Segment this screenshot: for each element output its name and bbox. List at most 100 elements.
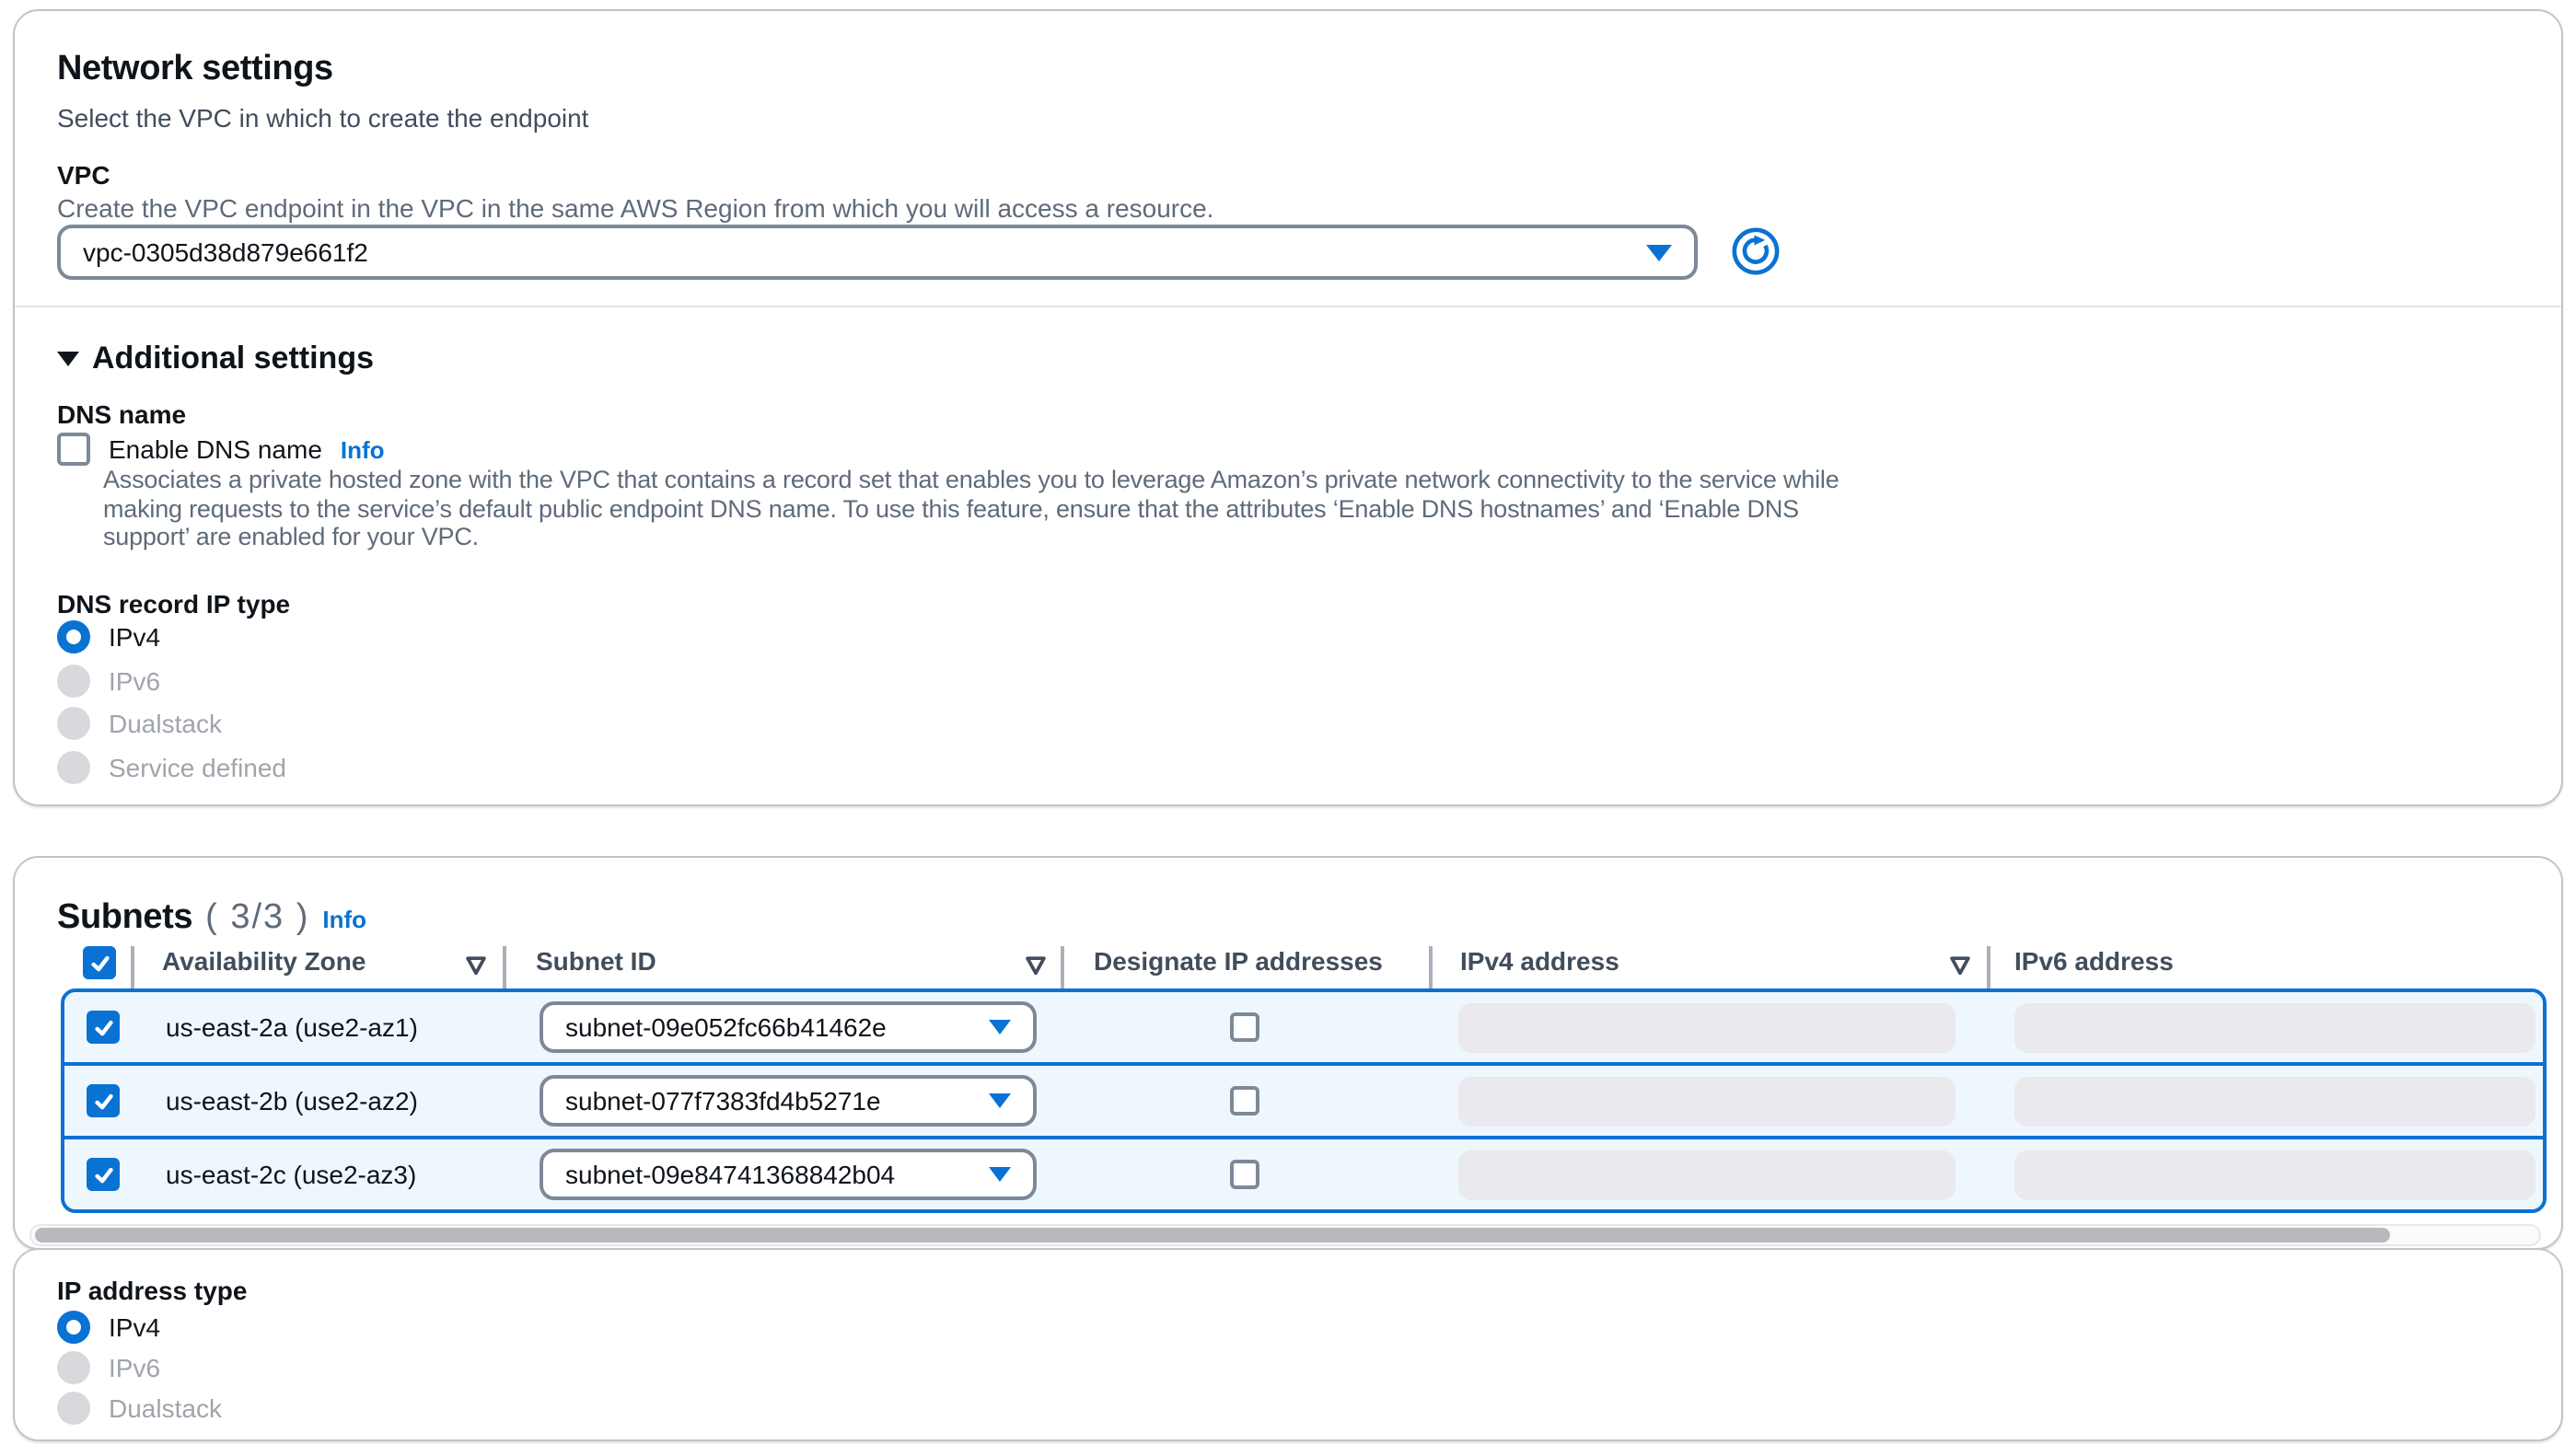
refresh-button[interactable]: [1731, 226, 1781, 276]
enable-dns-name-label: Enable DNS name: [109, 434, 322, 464]
ipv6-address-field-disabled: [2014, 1077, 2535, 1127]
subnets-info-link[interactable]: Info: [322, 906, 366, 933]
check-icon: [91, 1089, 115, 1113]
radio-option-dualstack: Dualstack: [57, 1392, 222, 1425]
enable-dns-name-checkbox[interactable]: [57, 433, 90, 466]
radio-ipv4-label: IPv4: [109, 622, 160, 652]
column-divider: [503, 946, 506, 988]
radio-ipv4[interactable]: [57, 1311, 90, 1344]
radio-ipv6: [57, 1351, 90, 1384]
column-header-ipv6-address: IPv6 address: [2014, 946, 2174, 976]
chevron-down-icon: [989, 1020, 1011, 1035]
table-row[interactable]: us-east-2c (use2-az3) subnet-09e84741368…: [64, 1136, 2543, 1209]
dns-record-ip-type-label: DNS record IP type: [57, 589, 290, 618]
subnets-title-row: Subnets ( 3/3 ) Info: [57, 898, 366, 939]
chevron-down-icon: [989, 1093, 1011, 1108]
dns-record-ip-type-group: IPv4 IPv6 Dualstack Service defined: [57, 620, 286, 783]
column-divider: [1061, 946, 1064, 988]
designate-ip-checkbox[interactable]: [1230, 1012, 1259, 1042]
radio-option-ipv4: IPv4: [57, 1311, 222, 1344]
caret-down-icon: [57, 352, 79, 366]
subnets-count: ( 3/3 ): [205, 898, 309, 939]
subnet-id-select[interactable]: subnet-09e052fc66b41462e: [540, 1001, 1037, 1053]
network-settings-card: Network settings Select the VPC in which…: [13, 9, 2563, 806]
additional-settings-toggle[interactable]: Additional settings: [57, 341, 374, 377]
ipv4-address-field-disabled: [1458, 1003, 1955, 1053]
column-header-availability-zone: Availability Zone: [162, 946, 366, 976]
vpc-select[interactable]: vpc-0305d38d879e661f2: [57, 225, 1698, 280]
radio-ipv6-label: IPv6: [109, 665, 160, 695]
row-checkbox[interactable]: [87, 1084, 120, 1117]
radio-service-defined: [57, 750, 90, 783]
subnets-card: Subnets ( 3/3 ) Info Availability Zone S…: [13, 856, 2563, 1250]
radio-service-defined-label: Service defined: [109, 752, 286, 781]
radio-option-ipv4: IPv4: [57, 620, 286, 653]
radio-dualstack-label: Dualstack: [109, 1393, 222, 1423]
radio-option-ipv6: IPv6: [57, 664, 286, 697]
radio-dualstack: [57, 707, 90, 740]
vpc-select-value: vpc-0305d38d879e661f2: [83, 237, 368, 267]
dns-name-label: DNS name: [57, 399, 186, 429]
subnet-id-value: subnet-09e84741368842b04: [565, 1160, 895, 1189]
enable-dns-name-row: Enable DNS name Info: [57, 433, 385, 466]
vpc-label: VPC: [57, 160, 110, 190]
column-divider: [1429, 946, 1433, 988]
row-checkbox[interactable]: [87, 1011, 120, 1044]
subnets-title: Subnets: [57, 898, 192, 939]
radio-dualstack: [57, 1392, 90, 1425]
ipv6-address-field-disabled: [2014, 1150, 2535, 1200]
ipv6-address-field-disabled: [2014, 1003, 2535, 1053]
radio-ipv4-label: IPv4: [109, 1312, 160, 1342]
radio-ipv6: [57, 664, 90, 697]
check-icon: [91, 1015, 115, 1039]
ipv4-address-field-disabled: [1458, 1150, 1955, 1200]
availability-zone-cell: us-east-2b (use2-az2): [166, 1086, 418, 1116]
check-icon: [91, 1162, 115, 1186]
ipv4-address-field-disabled: [1458, 1077, 1955, 1127]
subnet-rows-block: us-east-2a (use2-az1) subnet-09e052fc66b…: [61, 988, 2547, 1213]
horizontal-scrollbar[interactable]: [29, 1224, 2541, 1246]
subnet-id-select[interactable]: subnet-077f7383fd4b5271e: [540, 1075, 1037, 1127]
table-header-row: Availability Zone Subnet ID Designate IP…: [15, 946, 2561, 990]
chevron-down-icon: [1646, 244, 1672, 260]
chevron-down-icon: [989, 1167, 1011, 1182]
subnet-id-value: subnet-09e052fc66b41462e: [565, 1012, 887, 1042]
designate-ip-checkbox[interactable]: [1230, 1160, 1259, 1189]
column-header-designate-ip: Designate IP addresses: [1094, 946, 1383, 976]
ip-address-type-group: IPv4 IPv6 Dualstack: [57, 1311, 222, 1425]
scrollbar-thumb[interactable]: [35, 1228, 2390, 1243]
additional-settings-header: Additional settings: [92, 341, 374, 377]
table-row[interactable]: us-east-2a (use2-az1) subnet-09e052fc66b…: [64, 992, 2543, 1062]
radio-ipv4[interactable]: [57, 620, 90, 653]
designate-ip-checkbox[interactable]: [1230, 1086, 1259, 1116]
column-divider: [1987, 946, 1990, 988]
dns-name-info-link[interactable]: Info: [341, 435, 385, 463]
check-icon: [87, 951, 111, 975]
radio-option-dualstack: Dualstack: [57, 707, 286, 740]
filter-icon[interactable]: [1024, 954, 1048, 977]
ip-address-type-label: IP address type: [57, 1276, 248, 1305]
availability-zone-cell: us-east-2c (use2-az3): [166, 1160, 416, 1189]
section-divider: [15, 306, 2561, 307]
vpc-endpoint-form: Network settings Select the VPC in which…: [0, 0, 2576, 1445]
radio-dualstack-label: Dualstack: [109, 709, 222, 738]
filter-icon[interactable]: [1948, 954, 1972, 977]
radio-option-ipv6: IPv6: [57, 1351, 222, 1384]
column-header-subnet-id: Subnet ID: [536, 946, 656, 976]
column-divider: [131, 946, 134, 988]
availability-zone-cell: us-east-2a (use2-az1): [166, 1012, 418, 1042]
subnet-id-value: subnet-077f7383fd4b5271e: [565, 1086, 881, 1116]
radio-ipv6-label: IPv6: [109, 1353, 160, 1382]
select-all-checkbox[interactable]: [83, 946, 116, 979]
table-row[interactable]: us-east-2b (use2-az2) subnet-077f7383fd4…: [64, 1062, 2543, 1136]
ip-address-type-card: IP address type IPv4 IPv6 Dualstack: [13, 1248, 2563, 1441]
dns-name-description: Associates a private hosted zone with th…: [103, 466, 1862, 551]
radio-option-service-defined: Service defined: [57, 750, 286, 783]
row-checkbox[interactable]: [87, 1158, 120, 1191]
network-settings-title: Network settings: [57, 50, 333, 90]
column-header-ipv4-address: IPv4 address: [1460, 946, 1619, 976]
vpc-description: Create the VPC endpoint in the VPC in th…: [57, 193, 1213, 223]
filter-icon[interactable]: [464, 954, 488, 977]
subnet-id-select[interactable]: subnet-09e84741368842b04: [540, 1149, 1037, 1200]
network-settings-subtitle: Select the VPC in which to create the en…: [57, 103, 588, 133]
